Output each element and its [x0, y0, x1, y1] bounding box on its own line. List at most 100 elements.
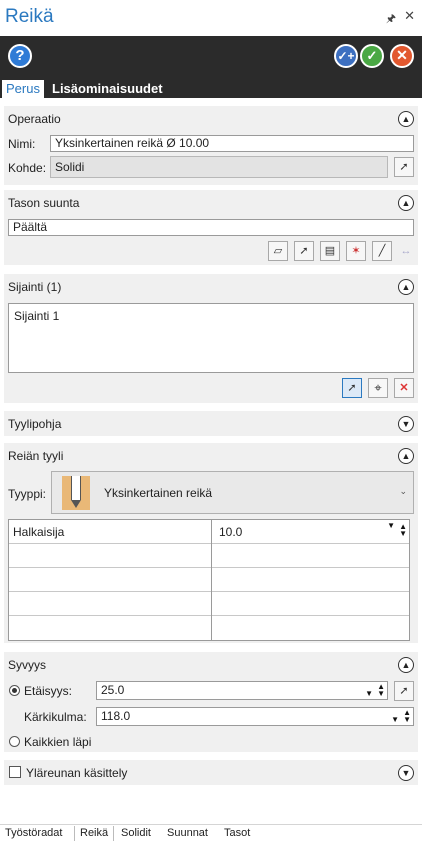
spinner-icon[interactable]: ▲ ▼ [403, 709, 411, 724]
distance-radio[interactable] [9, 685, 20, 696]
bottom-tab-hole[interactable]: Reikä [80, 827, 108, 839]
param-value-cell[interactable] [213, 568, 410, 592]
table-row [9, 568, 409, 592]
delete-location-button[interactable]: ✕ [394, 378, 414, 398]
tip-angle-input[interactable]: 118.0 ▼ ▲ ▼ [96, 707, 414, 726]
select-depth-button[interactable]: ➚ [394, 681, 414, 701]
close-icon[interactable]: ✕ [404, 8, 415, 24]
param-name-cell [9, 544, 212, 568]
dropdown-arrow-icon[interactable]: ▼ [365, 685, 373, 699]
plane-direction-button[interactable]: ╱ [372, 241, 392, 261]
hole-type-dropdown[interactable]: Yksinkertainen reikä ⌄ [51, 471, 414, 514]
plane-icon: ▱ [273, 245, 283, 257]
tab-basic[interactable]: Perus [2, 80, 44, 98]
param-name-cell: Halkaisija [9, 520, 212, 544]
bottom-tab-toolpaths[interactable]: Työstöradat [5, 827, 62, 839]
expand-chevron-icon[interactable]: ▼ [398, 765, 414, 781]
double-arrow-icon: ↔ [400, 245, 412, 257]
operation-panel: Operaatio ▲ Nimi: Yksinkertainen reikä Ø… [4, 106, 418, 185]
target-label: Kohde: [8, 161, 47, 175]
location-list[interactable]: Sijainti 1 [8, 303, 414, 373]
template-title: Tyylipohja [8, 417, 62, 431]
param-value-cell[interactable]: 10.0 [213, 520, 410, 544]
param-value-cell[interactable] [213, 544, 410, 568]
help-button[interactable]: ? [8, 44, 32, 68]
bottom-tab-solids[interactable]: Solidit [121, 827, 151, 839]
param-value-cell[interactable] [213, 592, 410, 616]
spinner-icon[interactable]: ▲ ▼ [377, 683, 385, 698]
cursor-add-icon: ➚ [347, 382, 357, 394]
tab-strip: Perus Lisäominaisuudet [0, 78, 422, 98]
through-all-label: Kaikkien läpi [24, 735, 92, 749]
pin-icon[interactable]: 🖈 [386, 10, 396, 29]
plane-title: Tason suunta [8, 196, 80, 210]
top-edge-label: Yläreunan käsittely [26, 766, 128, 780]
dropdown-arrow-icon[interactable]: ▼ [387, 521, 395, 530]
through-all-radio[interactable] [9, 736, 20, 747]
collapse-chevron-icon[interactable]: ▲ [398, 279, 414, 295]
simple-hole-icon [62, 476, 90, 510]
target-field: Solidi [50, 156, 388, 178]
ok-button[interactable]: ✓ [360, 44, 384, 68]
chevron-down-icon: ⌄ [399, 486, 407, 496]
distance-value: 25.0 [101, 683, 125, 697]
distance-input[interactable]: 25.0 ▼ ▲ ▼ [96, 681, 388, 700]
cursor-icon: ➚ [299, 245, 309, 257]
axes-icon: ✶ [351, 245, 361, 257]
tip-angle-value: 118.0 [101, 709, 131, 723]
delete-icon: ✕ [399, 382, 409, 394]
add-location-button[interactable]: ➚ [342, 378, 362, 398]
plane-from-face-button[interactable]: ▱ [268, 241, 288, 261]
param-name-cell [9, 568, 212, 592]
param-name-cell [9, 592, 212, 616]
param-name-cell [9, 616, 212, 640]
action-bar: ? ✓+ ✓ ✕ [0, 36, 422, 78]
tab-separator [74, 826, 75, 841]
param-value-cell[interactable] [213, 616, 410, 640]
name-input[interactable]: Yksinkertainen reikä Ø 10.00 [50, 135, 414, 152]
crosshair-icon: ⌖ [374, 380, 382, 395]
plane-list-icon: ▤ [324, 245, 336, 257]
dropdown-arrow-icon[interactable]: ▼ [391, 711, 399, 725]
top-edge-checkbox[interactable] [9, 766, 21, 778]
template-panel: Tyylipohja ▼ [4, 411, 418, 436]
cursor-icon: ➚ [399, 161, 409, 173]
depth-title: Syvyys [8, 658, 47, 672]
crosshair-button[interactable]: ⌖ [368, 378, 388, 398]
collapse-chevron-icon[interactable]: ▲ [398, 195, 414, 211]
apply-and-new-button[interactable]: ✓+ [334, 44, 358, 68]
type-label: Tyyppi: [8, 487, 47, 501]
table-row: Halkaisija 10.0 ▼ ▲ ▼ [9, 520, 409, 544]
plane-axes-button[interactable]: ✶ [346, 241, 366, 261]
bottom-tab-planes[interactable]: Tasot [224, 827, 250, 839]
plane-input[interactable]: Päältä [8, 219, 414, 236]
operation-title: Operaatio [8, 112, 61, 126]
list-item[interactable]: Sijainti 1 [14, 309, 59, 323]
plane-select-button[interactable]: ➚ [294, 241, 314, 261]
spinner-icon[interactable]: ▲ ▼ [399, 523, 407, 538]
distance-label: Etäisyys: [24, 684, 73, 698]
expand-chevron-icon[interactable]: ▼ [398, 416, 414, 432]
cursor-icon: ➚ [399, 685, 409, 697]
direction-line-icon: ╱ [378, 245, 386, 257]
tab-separator [113, 826, 114, 841]
hole-style-title: Reiän tyyli [8, 449, 64, 463]
location-title: Sijainti (1) [8, 280, 62, 294]
hole-style-panel: Reiän tyyli ▲ Tyyppi: Yksinkertainen rei… [4, 443, 418, 643]
collapse-chevron-icon[interactable]: ▲ [398, 111, 414, 127]
collapse-chevron-icon[interactable]: ▲ [398, 448, 414, 464]
name-label: Nimi: [8, 137, 36, 151]
reverse-direction-button[interactable]: ↔ [396, 241, 416, 261]
select-target-button[interactable]: ➚ [394, 157, 414, 177]
table-row [9, 616, 409, 640]
window-title: Reikä [5, 6, 54, 27]
table-row [9, 544, 409, 568]
plane-list-button[interactable]: ▤ [320, 241, 340, 261]
collapse-chevron-icon[interactable]: ▲ [398, 657, 414, 673]
bottom-tab-directions[interactable]: Suunnat [167, 827, 208, 839]
plane-panel: Tason suunta ▲ Päältä ▱ ➚ ▤ ✶ ╱ ↔ [4, 190, 418, 265]
title-bar: Reikä 🖈 ✕ [0, 0, 422, 34]
location-panel: Sijainti (1) ▲ Sijainti 1 ➚ ⌖ ✕ [4, 274, 418, 403]
cancel-button[interactable]: ✕ [390, 44, 414, 68]
tab-advanced[interactable]: Lisäominaisuudet [48, 80, 167, 98]
